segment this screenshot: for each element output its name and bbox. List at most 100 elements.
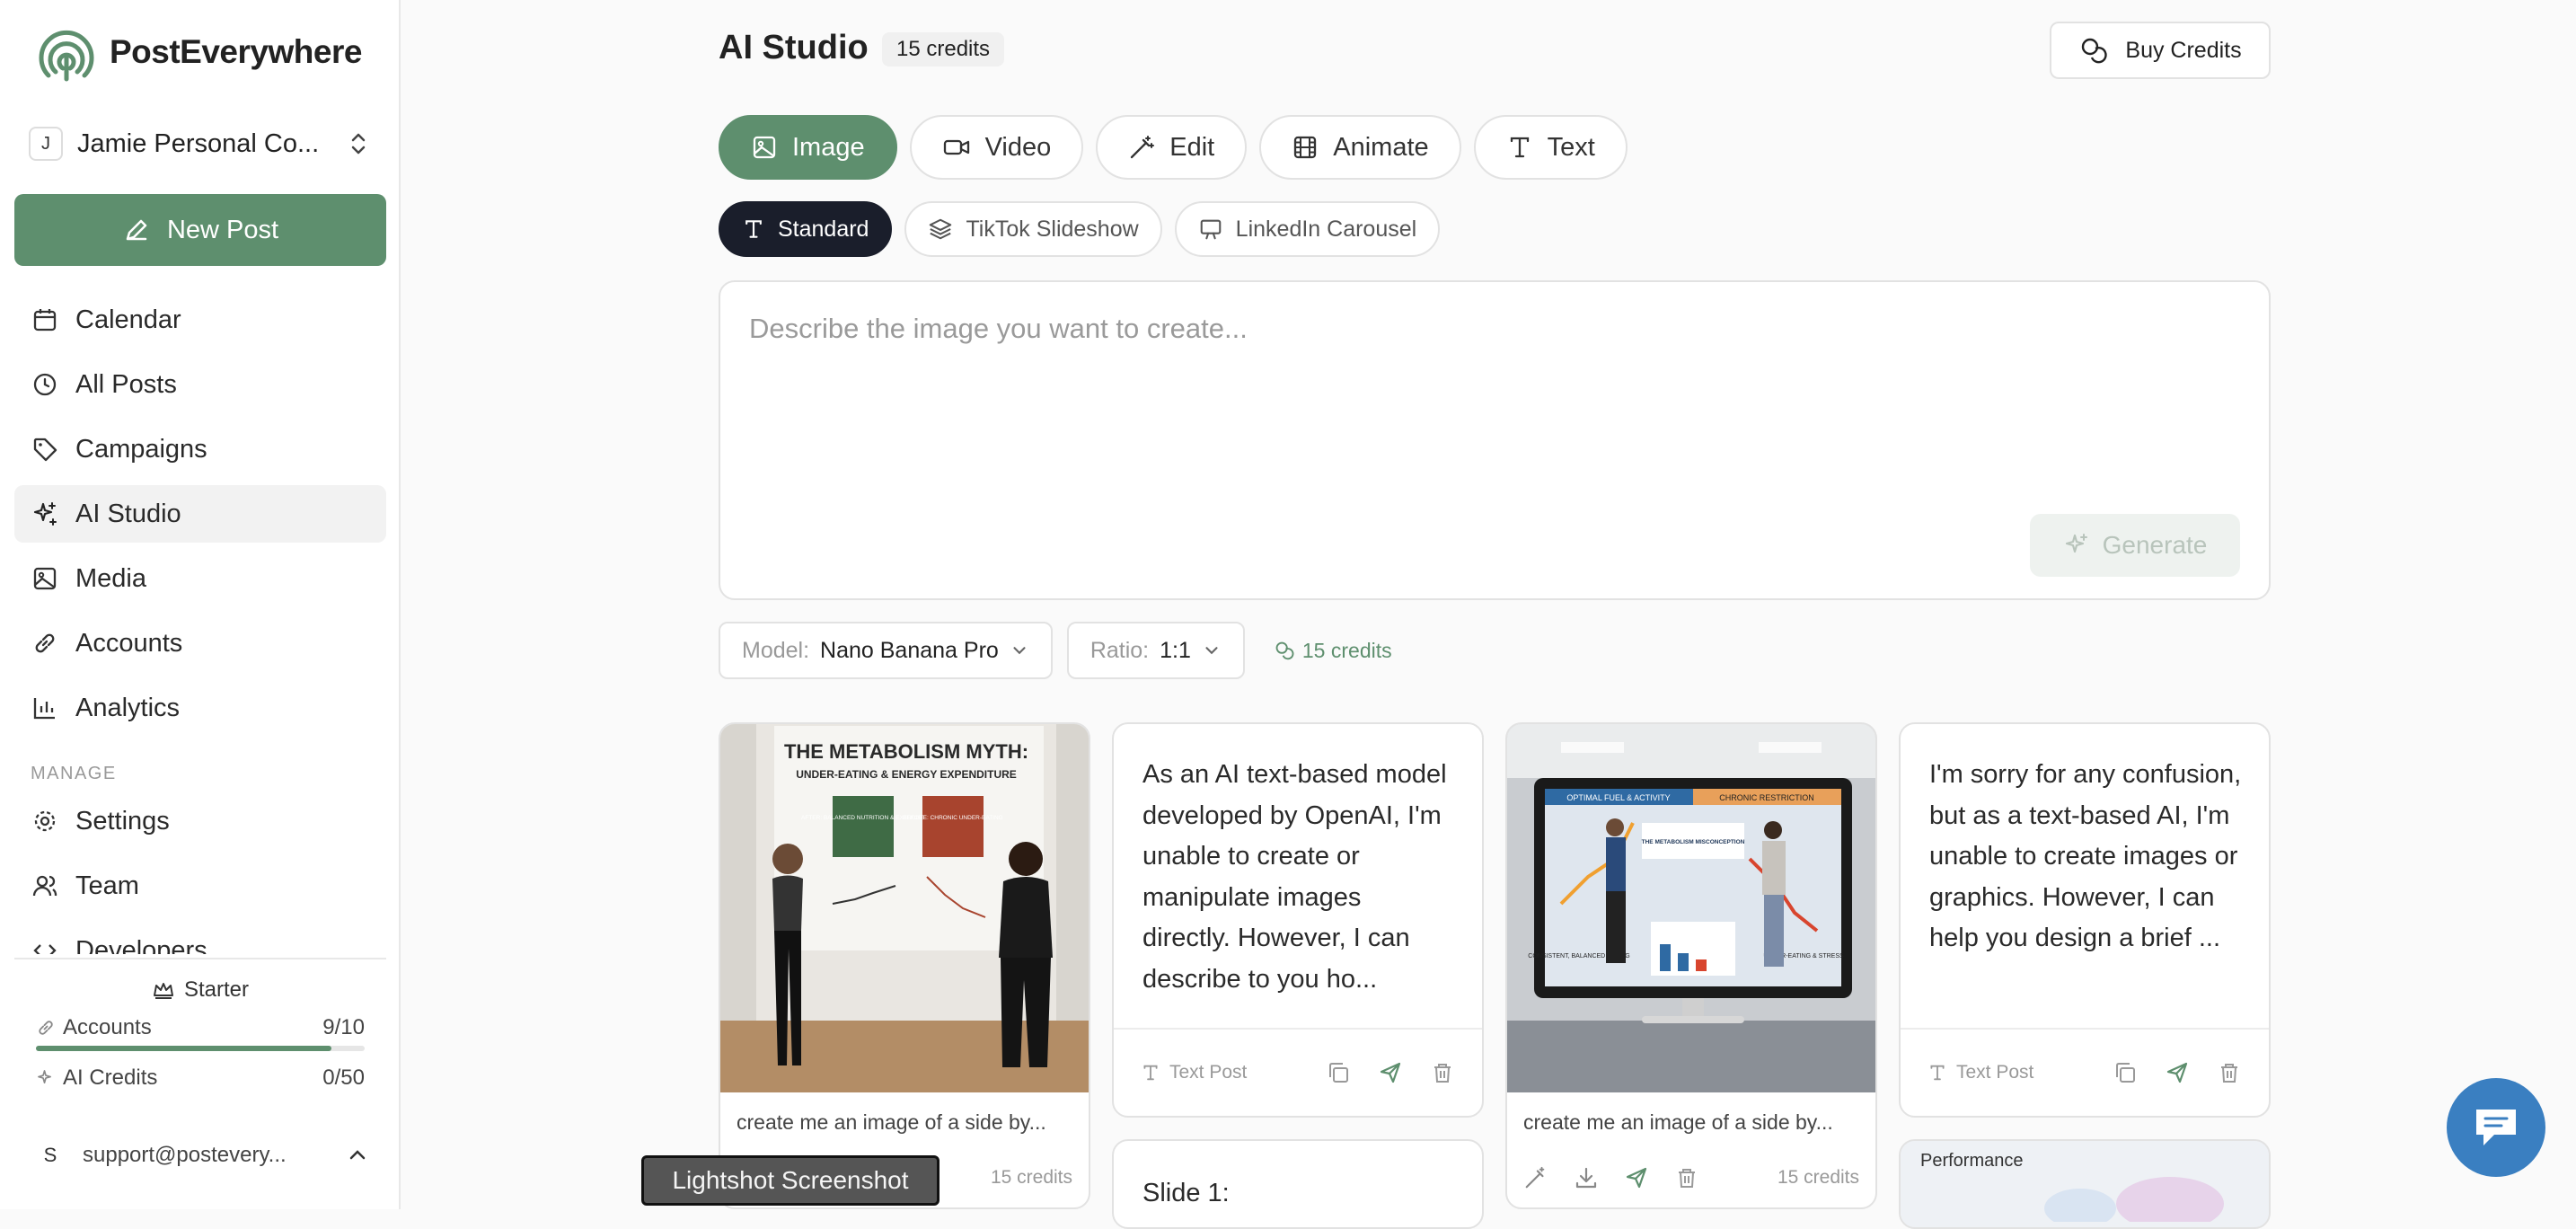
presentation-icon	[1200, 219, 1221, 240]
prompt-input[interactable]	[749, 313, 2240, 474]
sidebar-item-accounts[interactable]: Accounts	[14, 614, 386, 672]
chevron-up-icon	[349, 1150, 366, 1160]
sidebar-item-label: Calendar	[75, 305, 181, 334]
generation-card-text[interactable]: I'm sorry for any confusion, but as a te…	[1899, 722, 2271, 1118]
image-card-footer: 15 credits	[1507, 1152, 1875, 1204]
copy-icon[interactable]	[1326, 1060, 1351, 1085]
type-icon	[1143, 1065, 1158, 1081]
image-heading: Performance	[1920, 1151, 2024, 1171]
workspace-switcher[interactable]: J Jamie Personal Co...	[29, 124, 370, 164]
usage-value: 9/10	[322, 1015, 365, 1039]
ratio-value: 1:1	[1160, 637, 1191, 663]
sidebar-item-calendar[interactable]: Calendar	[14, 291, 386, 349]
tab-animate[interactable]: Animate	[1259, 115, 1461, 180]
sidebar-nav: Calendar All Posts Campaigns AI Studio M…	[14, 291, 386, 744]
usage-value: 0/50	[322, 1065, 365, 1090]
sidebar-item-ai-studio[interactable]: AI Studio	[14, 485, 386, 543]
generated-image[interactable]: OPTIMAL FUEL & ACTIVITY CHRONIC RESTRICT…	[1507, 724, 1877, 1092]
subtab-standard[interactable]: Standard	[719, 201, 893, 257]
sidebar-item-label: Campaigns	[75, 434, 207, 464]
generated-image[interactable]: THE METABOLISM MYTH: UNDER-EATING & ENER…	[720, 724, 1090, 1092]
send-icon[interactable]	[1378, 1060, 1403, 1085]
image-cost: 15 credits	[1777, 1167, 1859, 1188]
ratio-label: Ratio:	[1090, 637, 1150, 663]
user-avatar: S	[43, 1144, 57, 1166]
sidebar-item-all-posts[interactable]: All Posts	[14, 356, 386, 413]
subtab-linkedin-carousel[interactable]: LinkedIn Carousel	[1174, 201, 1441, 257]
image-label-before: BEFORE: CHRONIC UNDER-EATING	[903, 815, 1002, 821]
users-icon	[31, 871, 59, 900]
image-icon	[31, 564, 59, 593]
image-subheading: UNDER-EATING & ENERGY EXPENDITURE	[796, 768, 1017, 781]
download-icon[interactable]	[1574, 1165, 1599, 1190]
send-icon[interactable]	[1624, 1165, 1649, 1190]
image-caption: create me an image of a side by...	[1523, 1110, 1833, 1134]
buy-credits-button[interactable]: Buy Credits	[2050, 22, 2271, 79]
usage-meters: Accounts 9/10 AI Credits 0/50	[36, 1015, 365, 1091]
sidebar-item-media[interactable]: Media	[14, 550, 386, 607]
generation-options: Model: Nano Banana Pro Ratio: 1:1 15 cre…	[719, 622, 1392, 679]
logo-icon	[39, 30, 94, 82]
style-tabs: Standard TikTok Slideshow LinkedIn Carou…	[719, 201, 1441, 257]
sidebar-item-team[interactable]: Team	[14, 857, 386, 915]
sidebar-item-settings[interactable]: Settings	[14, 792, 386, 850]
user-menu[interactable]: S support@postevery...	[36, 1141, 368, 1170]
tag-icon	[31, 435, 59, 464]
usage-label: AI Credits	[63, 1065, 158, 1090]
generation-card-text[interactable]: Slide 1:	[1112, 1139, 1484, 1229]
tab-video[interactable]: Video	[909, 115, 1084, 180]
chat-launcher-button[interactable]	[2447, 1078, 2545, 1177]
model-label: Model:	[742, 637, 810, 663]
generate-label: Generate	[2102, 531, 2208, 559]
sidebar: PostEverywhere J Jamie Personal Co... Ne…	[0, 0, 401, 1209]
image-label-right: CHRONIC RESTRICTION	[1719, 793, 1814, 802]
trash-icon[interactable]	[1430, 1060, 1455, 1085]
generation-card-image[interactable]: THE METABOLISM MYTH: UNDER-EATING & ENER…	[719, 722, 1090, 1209]
wand-icon[interactable]	[1523, 1165, 1548, 1190]
layers-icon	[930, 218, 952, 240]
trash-icon[interactable]	[2217, 1060, 2242, 1085]
generation-card-text[interactable]: As an AI text-based model developed by O…	[1112, 722, 1484, 1118]
send-icon[interactable]	[2165, 1060, 2190, 1085]
model-value: Nano Banana Pro	[820, 637, 999, 663]
trash-icon[interactable]	[1674, 1165, 1699, 1190]
sidebar-item-analytics[interactable]: Analytics	[14, 679, 386, 737]
gear-icon	[31, 807, 59, 836]
new-post-button[interactable]: New Post	[14, 194, 386, 266]
tab-image[interactable]: Image	[719, 115, 897, 180]
crown-icon	[153, 983, 173, 999]
image-heading: THE METABOLISM MISCONCEPTION	[1642, 839, 1745, 845]
app-logo[interactable]: PostEverywhere	[36, 22, 362, 83]
app-name: PostEverywhere	[110, 33, 362, 70]
generated-image[interactable]: Performance	[1901, 1141, 2271, 1222]
sidebar-item-developers[interactable]: Developers	[14, 922, 386, 954]
subtab-label: Standard	[778, 216, 869, 242]
tab-label: Animate	[1333, 132, 1429, 162]
clock-icon	[31, 370, 59, 399]
link-icon	[31, 629, 59, 658]
sidebar-item-campaigns[interactable]: Campaigns	[14, 420, 386, 478]
subtab-tiktok-slideshow[interactable]: TikTok Slideshow	[904, 201, 1162, 257]
ratio-select[interactable]: Ratio: 1:1	[1066, 622, 1245, 679]
video-icon	[943, 139, 969, 155]
tab-text[interactable]: Text	[1473, 115, 1628, 180]
image-heading: THE METABOLISM MYTH:	[784, 740, 1028, 763]
workspace-badge: J	[29, 127, 63, 161]
generation-card-image[interactable]: Performance	[1899, 1139, 2271, 1229]
sidebar-item-label: Accounts	[75, 628, 183, 658]
link-icon	[39, 1021, 53, 1035]
cost-value: 15 credits	[1301, 638, 1392, 662]
coins-icon	[2082, 38, 2108, 64]
plan-badge[interactable]: Starter	[14, 977, 386, 1003]
post-type-label: Text Post	[1169, 1062, 1248, 1083]
mode-tabs: Image Video Edit Animate Text	[719, 115, 1628, 180]
generation-card-image[interactable]: OPTIMAL FUEL & ACTIVITY CHRONIC RESTRICT…	[1505, 722, 1877, 1209]
copy-icon[interactable]	[2113, 1060, 2138, 1085]
model-select[interactable]: Model: Nano Banana Pro	[719, 622, 1053, 679]
credits-badge: 15 credits	[882, 32, 1005, 66]
generate-button[interactable]: Generate	[2030, 514, 2240, 577]
plan-usage-panel: Starter Accounts 9/10 AI Credits 0/50	[14, 958, 386, 1091]
film-icon	[1294, 136, 1317, 159]
sidebar-item-label: AI Studio	[75, 499, 181, 528]
tab-edit[interactable]: Edit	[1096, 115, 1248, 180]
